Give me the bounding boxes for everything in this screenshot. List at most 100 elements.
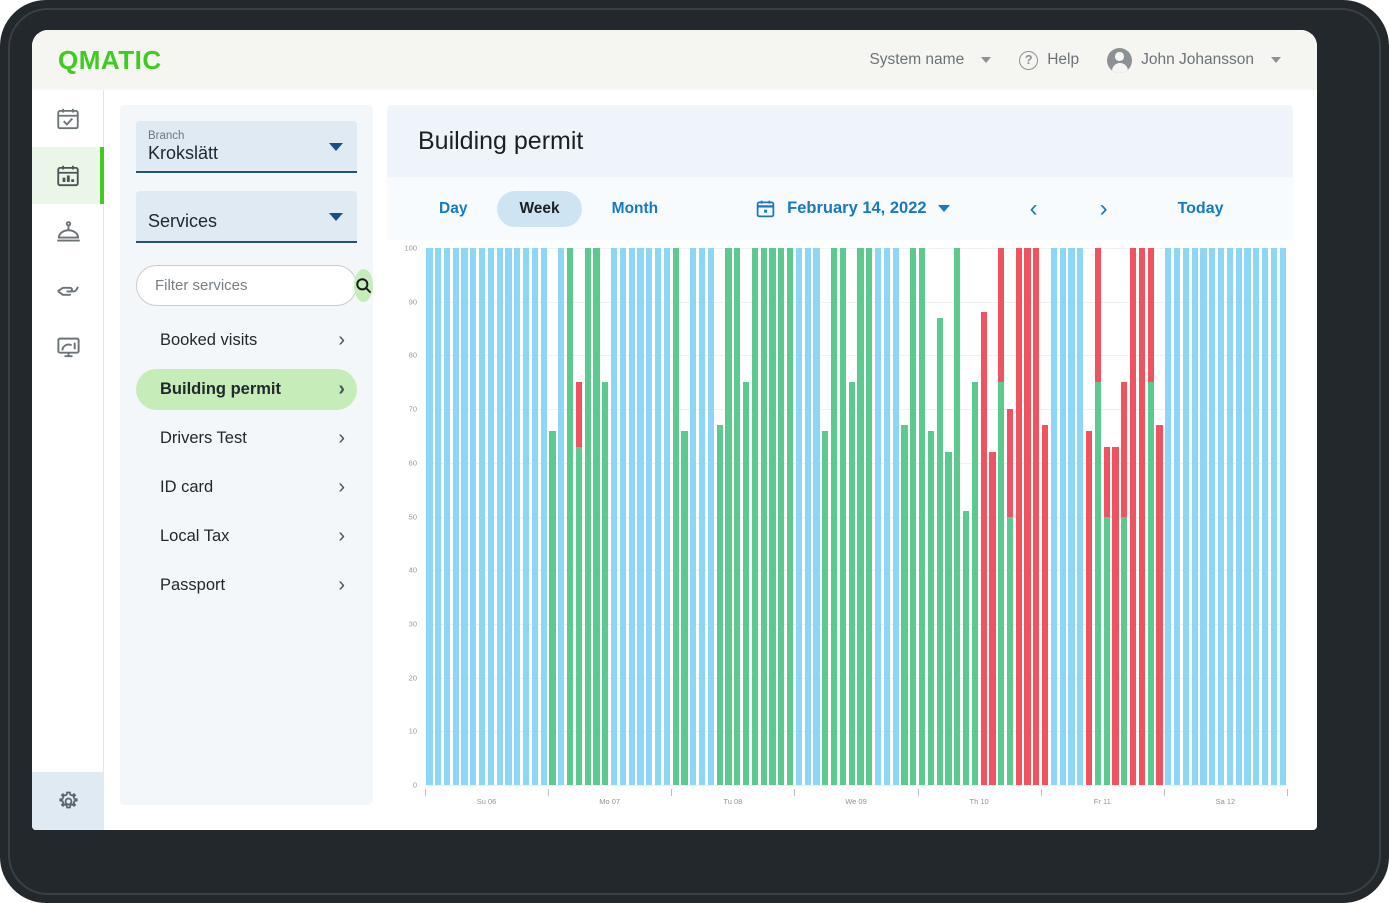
bar[interactable]	[531, 248, 540, 785]
bar[interactable]	[724, 248, 733, 785]
bar[interactable]	[759, 248, 768, 785]
bar[interactable]	[583, 248, 592, 785]
bar[interactable]	[803, 248, 812, 785]
bar[interactable]	[469, 248, 478, 785]
filter-services-input[interactable]	[155, 277, 354, 294]
bar[interactable]	[865, 248, 874, 785]
bar[interactable]	[575, 248, 584, 785]
bar[interactable]	[962, 248, 971, 785]
period-tab-month[interactable]: Month	[590, 191, 680, 227]
bar[interactable]	[460, 248, 469, 785]
bar[interactable]	[619, 248, 628, 785]
bar[interactable]	[1217, 248, 1226, 785]
bar[interactable]	[882, 248, 891, 785]
service-item[interactable]: ID card›	[136, 467, 357, 508]
bar[interactable]	[1155, 248, 1164, 785]
bar[interactable]	[812, 248, 821, 785]
services-select[interactable]: Services	[136, 191, 357, 243]
bar[interactable]	[926, 248, 935, 785]
bar[interactable]	[1261, 248, 1270, 785]
bar[interactable]	[495, 248, 504, 785]
bar[interactable]	[1032, 248, 1041, 785]
bar[interactable]	[1006, 248, 1015, 785]
bar[interactable]	[601, 248, 610, 785]
bar[interactable]	[768, 248, 777, 785]
prev-period-button[interactable]: ‹	[1020, 197, 1048, 221]
bar[interactable]	[1041, 248, 1050, 785]
bar[interactable]	[997, 248, 1006, 785]
bar[interactable]	[434, 248, 443, 785]
system-name-dropdown[interactable]: System name	[855, 45, 1005, 75]
service-item[interactable]: Drivers Test›	[136, 418, 357, 459]
bar[interactable]	[777, 248, 786, 785]
bar[interactable]	[645, 248, 654, 785]
bar[interactable]	[1120, 248, 1129, 785]
search-button[interactable]	[354, 269, 373, 302]
bar[interactable]	[874, 248, 883, 785]
bar[interactable]	[592, 248, 601, 785]
bar[interactable]	[900, 248, 909, 785]
rail-item-statistics[interactable]	[32, 147, 104, 204]
bar[interactable]	[830, 248, 839, 785]
bar[interactable]	[1023, 248, 1032, 785]
bar[interactable]	[1050, 248, 1059, 785]
bar[interactable]	[1190, 248, 1199, 785]
branch-select[interactable]: Branch Krokslätt	[136, 121, 357, 173]
service-item[interactable]: Passport›	[136, 565, 357, 606]
service-item[interactable]: Booked visits›	[136, 320, 357, 361]
bar[interactable]	[663, 248, 672, 785]
bar[interactable]	[856, 248, 865, 785]
bar[interactable]	[988, 248, 997, 785]
bar[interactable]	[1270, 248, 1279, 785]
bar[interactable]	[504, 248, 513, 785]
bar[interactable]	[970, 248, 979, 785]
bar[interactable]	[1076, 248, 1085, 785]
bar[interactable]	[522, 248, 531, 785]
bar[interactable]	[715, 248, 724, 785]
bar[interactable]	[786, 248, 795, 785]
bar[interactable]	[1182, 248, 1191, 785]
bar[interactable]	[1146, 248, 1155, 785]
date-picker[interactable]: February 14, 2022	[755, 198, 949, 219]
bar[interactable]	[847, 248, 856, 785]
bar[interactable]	[610, 248, 619, 785]
bar[interactable]	[443, 248, 452, 785]
bar[interactable]	[1067, 248, 1076, 785]
bar[interactable]	[891, 248, 900, 785]
bar[interactable]	[1138, 248, 1147, 785]
period-tab-week[interactable]: Week	[497, 191, 581, 227]
bar[interactable]	[935, 248, 944, 785]
bar[interactable]	[539, 248, 548, 785]
bar[interactable]	[478, 248, 487, 785]
bar[interactable]	[794, 248, 803, 785]
bar[interactable]	[1058, 248, 1067, 785]
bar[interactable]	[513, 248, 522, 785]
bar[interactable]	[1102, 248, 1111, 785]
bar[interactable]	[1278, 248, 1287, 785]
rail-item-counter[interactable]	[32, 204, 104, 261]
bar[interactable]	[654, 248, 663, 785]
bar[interactable]	[1164, 248, 1173, 785]
bar[interactable]	[425, 248, 434, 785]
period-tab-day[interactable]: Day	[417, 191, 489, 227]
bar[interactable]	[733, 248, 742, 785]
help-button[interactable]: ? Help	[1005, 45, 1093, 76]
bar[interactable]	[1085, 248, 1094, 785]
bar[interactable]	[566, 248, 575, 785]
bar[interactable]	[979, 248, 988, 785]
service-item[interactable]: Local Tax›	[136, 516, 357, 557]
next-period-button[interactable]: ›	[1090, 197, 1118, 221]
bar[interactable]	[953, 248, 962, 785]
rail-item-booked-visits[interactable]	[32, 90, 104, 147]
today-button[interactable]: Today	[1178, 200, 1224, 218]
bar[interactable]	[707, 248, 716, 785]
bar[interactable]	[1111, 248, 1120, 785]
bar[interactable]	[750, 248, 759, 785]
bar[interactable]	[1129, 248, 1138, 785]
bar[interactable]	[1173, 248, 1182, 785]
bar[interactable]	[451, 248, 460, 785]
bar[interactable]	[487, 248, 496, 785]
bar[interactable]	[1243, 248, 1252, 785]
bar[interactable]	[1094, 248, 1103, 785]
rail-item-media[interactable]	[32, 318, 104, 375]
